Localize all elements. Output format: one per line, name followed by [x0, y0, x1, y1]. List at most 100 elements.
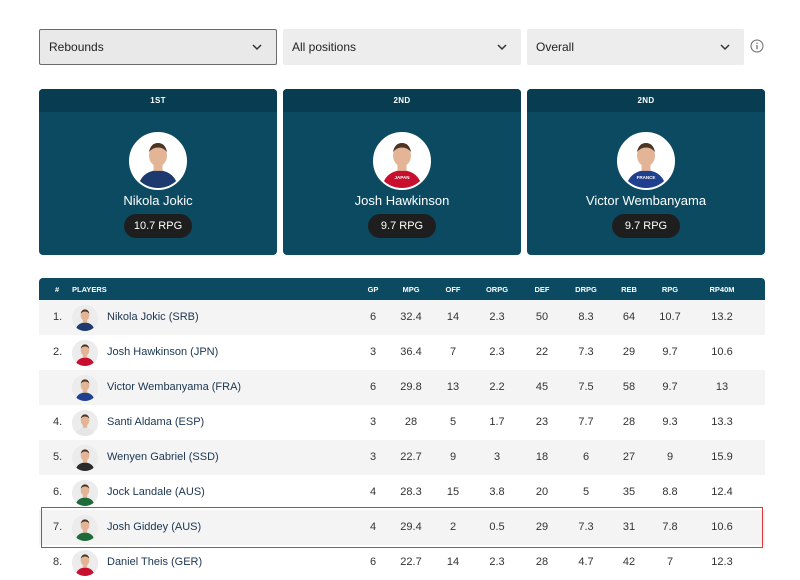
- stat-def: 23: [535, 416, 549, 428]
- table-row[interactable]: 7. Josh Giddey (AUS) 4 29.4 2 0.5 29 7.3 31 7.8 1…: [39, 507, 765, 548]
- leader-name[interactable]: Nikola Jokic: [39, 193, 277, 208]
- stat-gp: 3: [369, 416, 377, 428]
- column-header[interactable]: GP: [368, 285, 379, 294]
- stat-off: 15: [446, 486, 460, 498]
- player-headshot: [72, 375, 98, 401]
- row-rank: 6.: [53, 486, 63, 498]
- column-header[interactable]: REB: [621, 285, 637, 294]
- table-row[interactable]: 1. Nikola Jokic (SRB) 6 32.4 14 2.3 50 8.3 64 10…: [39, 300, 765, 335]
- player-name-link[interactable]: Josh Giddey (AUS): [107, 521, 201, 533]
- table-row[interactable]: 4. Santi Aldama (ESP) 3 28 5 1.7 23 7.7 28 9.3 13…: [39, 405, 765, 440]
- player-avatar: [72, 305, 98, 331]
- column-header[interactable]: ORPG: [486, 285, 508, 294]
- table-row[interactable]: Victor Wembanyama (FRA) 6 29.8 13 2.2 45 7.5 58…: [39, 370, 765, 405]
- player-name-link[interactable]: Victor Wembanyama (FRA): [107, 381, 241, 393]
- player-name-link[interactable]: Daniel Theis (GER): [107, 556, 202, 568]
- player-headshot: [72, 550, 98, 576]
- player-name-link[interactable]: Josh Hawkinson (JPN): [107, 346, 218, 358]
- stat-def: 45: [535, 381, 549, 393]
- chevron-down-icon: [252, 44, 262, 51]
- stat-off: 14: [446, 311, 460, 323]
- stat-drpg: 4.7: [578, 556, 594, 568]
- chevron-down-icon: [720, 44, 730, 51]
- player-headshot: [72, 480, 98, 506]
- info-icon[interactable]: [750, 39, 764, 53]
- stat-gp: 6: [369, 311, 377, 323]
- table-row[interactable]: 2. Josh Hawkinson (JPN) 3 36.4 7 2.3 22 7.3 29 9…: [39, 335, 765, 370]
- stat-reb: 31: [622, 521, 636, 533]
- jersey-text: FRANCE: [637, 175, 656, 180]
- leader-name[interactable]: Victor Wembanyama: [527, 193, 765, 208]
- leader-rank: 2ND: [283, 89, 521, 112]
- stat-reb: 28: [622, 416, 636, 428]
- stat-def: 20: [535, 486, 549, 498]
- leader-name[interactable]: Josh Hawkinson: [283, 193, 521, 208]
- player-headshot: FRANCE: [619, 134, 673, 188]
- table-row[interactable]: 5. Wenyen Gabriel (SSD) 3 22.7 9 3 18 6 27 9 15.9: [39, 440, 765, 475]
- stat-mpg: 28: [404, 416, 418, 428]
- stat-mpg: 32.4: [400, 311, 422, 323]
- column-header[interactable]: MPG: [402, 285, 419, 294]
- stat-rpg: 9.7: [662, 381, 678, 393]
- stat-orpg: 2.3: [489, 346, 505, 358]
- stat-rp40m: 12.3: [711, 556, 733, 568]
- stat-gp: 3: [369, 451, 377, 463]
- player-name-link[interactable]: Wenyen Gabriel (SSD): [107, 451, 219, 463]
- table-row[interactable]: 6. Jock Landale (AUS) 4 28.3 15 3.8 20 5 35 8.8 1…: [39, 475, 765, 510]
- stat-gp: 3: [369, 346, 377, 358]
- scope-filter-select[interactable]: Overall: [527, 29, 744, 65]
- table-header: # PLAYERS GP MPG OFF ORPG DEF DRPG REB RPG RP40M: [39, 278, 765, 300]
- stat-filter-value: Rebounds: [49, 40, 104, 54]
- stat-rpg: 9.3: [662, 416, 678, 428]
- player-avatar: [72, 550, 98, 576]
- row-rank: 7.: [53, 521, 63, 533]
- stat-off: 7: [449, 346, 457, 358]
- player-name-link[interactable]: Nikola Jokic (SRB): [107, 311, 199, 323]
- stat-reb: 58: [622, 381, 636, 393]
- leader-avatar: [129, 132, 187, 190]
- column-header[interactable]: RPG: [662, 285, 678, 294]
- stat-gp: 6: [369, 556, 377, 568]
- player-name-link[interactable]: Jock Landale (AUS): [107, 486, 205, 498]
- leader-rank: 1ST: [39, 89, 277, 112]
- stats-table: # PLAYERS GP MPG OFF ORPG DEF DRPG REB RPG RP40M 1…: [39, 278, 765, 580]
- row-rank: 4.: [53, 416, 63, 428]
- stat-mpg: 22.7: [400, 451, 422, 463]
- stat-reb: 64: [622, 311, 636, 323]
- stat-rpg: 9.7: [662, 346, 678, 358]
- leader-card[interactable]: 1ST Nikola Jokic 10.7 RPG: [39, 89, 277, 255]
- player-headshot: JAPAN: [375, 134, 429, 188]
- column-header[interactable]: OFF: [446, 285, 461, 294]
- column-header[interactable]: DRPG: [575, 285, 597, 294]
- column-header[interactable]: RP40M: [709, 285, 734, 294]
- player-headshot: [131, 134, 185, 188]
- player-headshot: [72, 305, 98, 331]
- stat-gp: 4: [369, 486, 377, 498]
- position-filter-select[interactable]: All positions: [283, 29, 521, 65]
- stat-rp40m: 10.6: [711, 346, 733, 358]
- stat-rp40m: 13.2: [711, 311, 733, 323]
- stat-rp40m: 10.6: [711, 521, 733, 533]
- leader-card[interactable]: 2ND JAPAN Josh Hawkinson 9.7 RPG: [283, 89, 521, 255]
- row-rank: 8.: [53, 556, 63, 568]
- table-row[interactable]: 8. Daniel Theis (GER) 6 22.7 14 2.3 28 4.7 42 7 1…: [39, 545, 765, 580]
- leader-card[interactable]: 2ND FRANCE Victor Wembanyama 9.7 RPG: [527, 89, 765, 255]
- stat-rp40m: 12.4: [711, 486, 733, 498]
- stat-orpg: 3.8: [489, 486, 505, 498]
- stat-orpg: 0.5: [489, 521, 505, 533]
- stat-rpg: 8.8: [662, 486, 678, 498]
- stat-filter-select[interactable]: Rebounds: [39, 29, 277, 65]
- stat-orpg: 2.2: [489, 381, 505, 393]
- stat-rpg: 7: [666, 556, 674, 568]
- stat-rpg: 7.8: [662, 521, 678, 533]
- row-rank: 2.: [53, 346, 63, 358]
- stat-gp: 4: [369, 521, 377, 533]
- leader-stat-badge: 10.7 RPG: [124, 214, 192, 238]
- stat-mpg: 36.4: [400, 346, 422, 358]
- column-header[interactable]: DEF: [535, 285, 550, 294]
- stat-reb: 35: [622, 486, 636, 498]
- column-header: PLAYERS: [72, 285, 107, 294]
- stat-mpg: 28.3: [400, 486, 422, 498]
- stat-orpg: 2.3: [489, 556, 505, 568]
- player-name-link[interactable]: Santi Aldama (ESP): [107, 416, 204, 428]
